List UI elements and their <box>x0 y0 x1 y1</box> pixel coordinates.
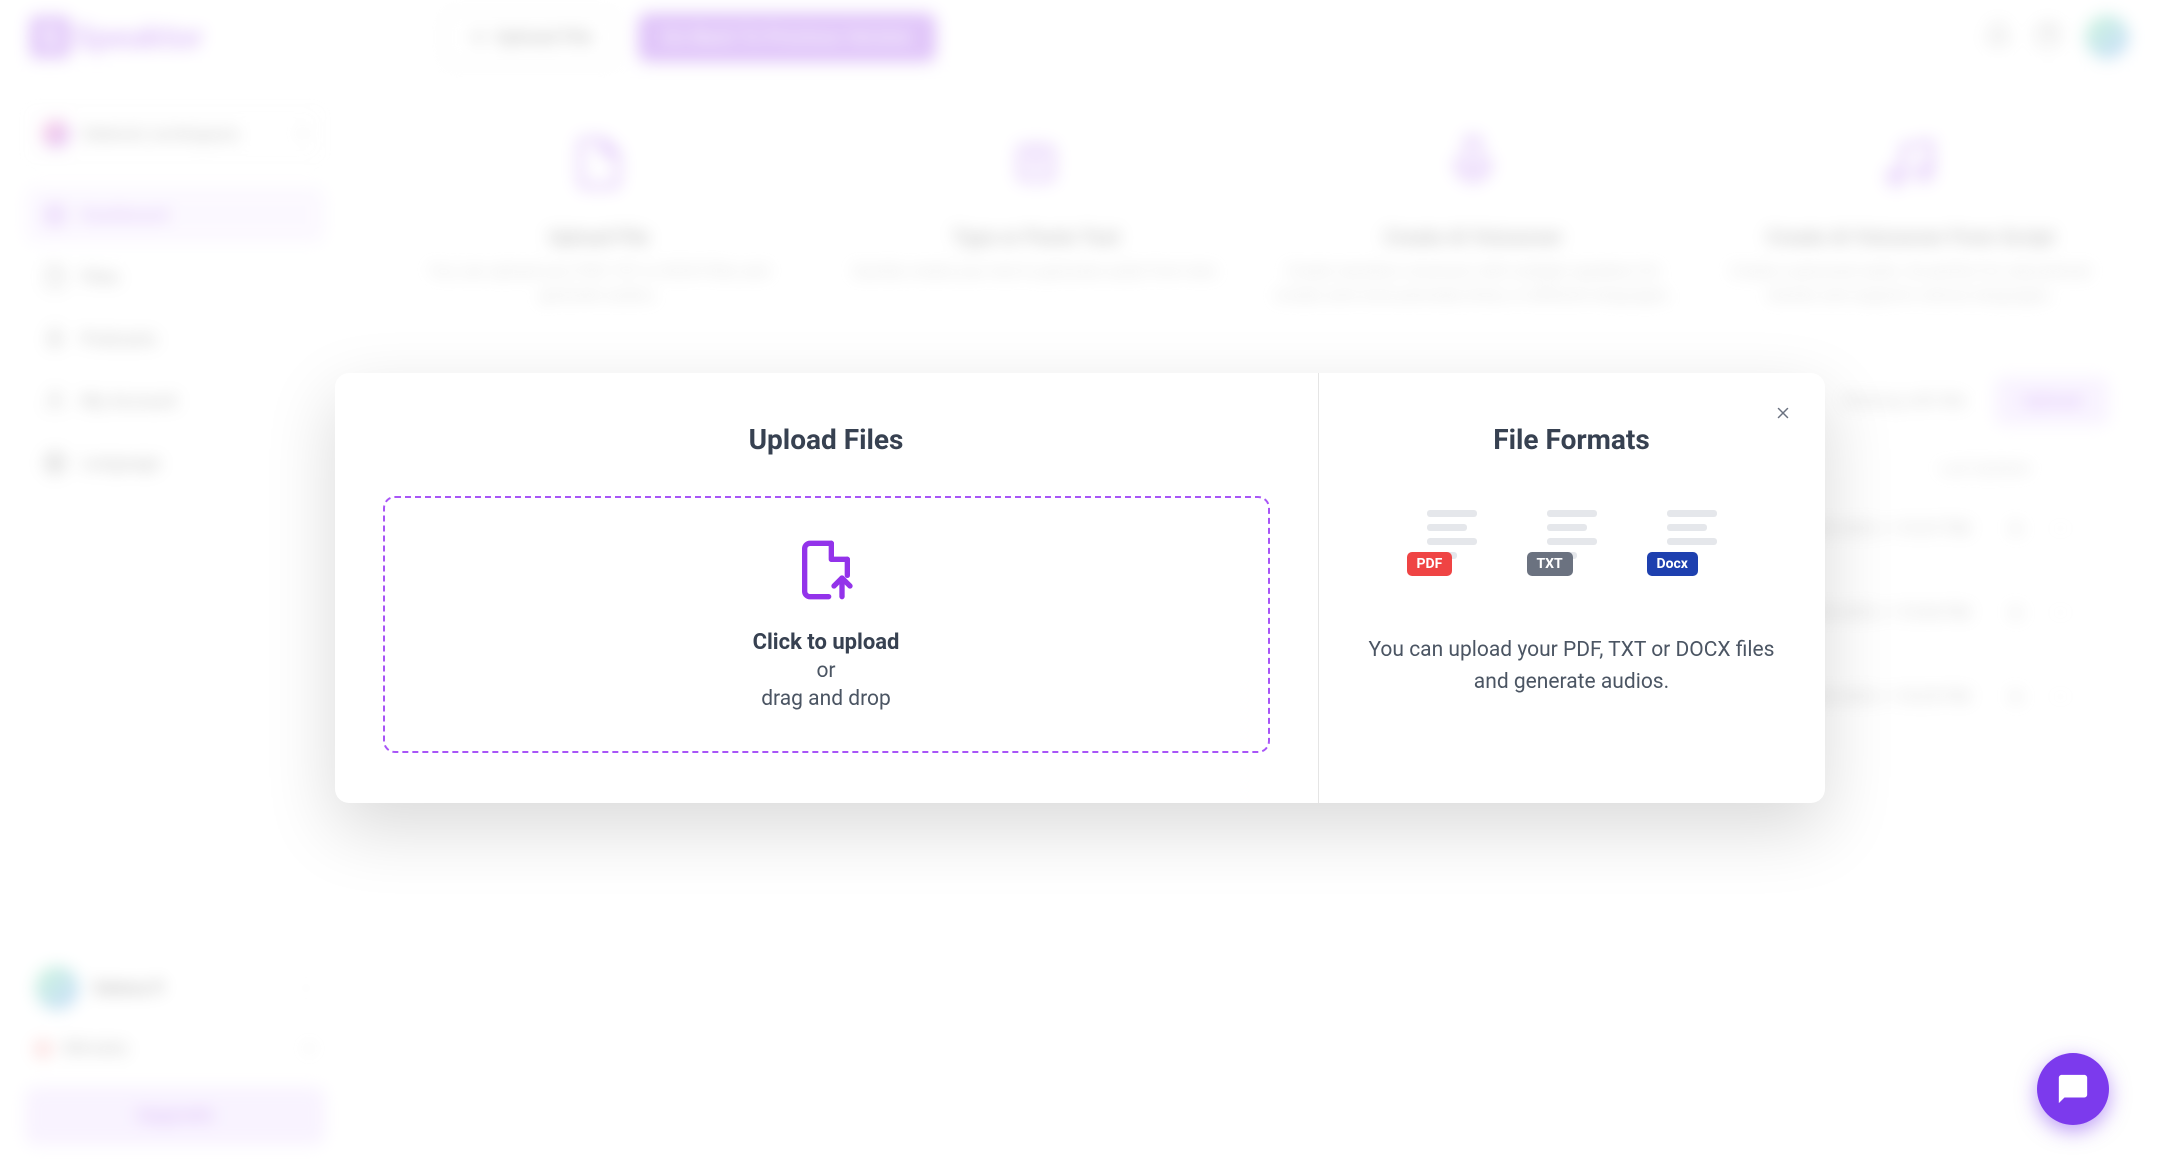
file-formats-title: File Formats <box>1367 423 1777 456</box>
click-to-upload-text: Click to upload <box>753 630 900 655</box>
dropzone[interactable]: Click to upload or drag and drop <box>383 496 1270 753</box>
modal-overlay: Upload Files Click to upload or drag and… <box>0 0 2159 1175</box>
formats-description: You can upload your PDF, TXT or DOCX fil… <box>1367 634 1777 699</box>
format-row: PDF TXT Docx <box>1367 500 1777 584</box>
or-text: or <box>816 659 835 683</box>
format-docx: Docx <box>1655 500 1729 584</box>
format-txt: TXT <box>1535 500 1609 584</box>
docx-badge: Docx <box>1647 552 1698 576</box>
file-upload-icon <box>794 538 858 602</box>
drag-drop-text: drag and drop <box>761 687 891 711</box>
upload-modal: Upload Files Click to upload or drag and… <box>335 373 1825 803</box>
format-pdf: PDF <box>1415 500 1489 584</box>
chat-icon <box>2056 1072 2090 1106</box>
close-button[interactable] <box>1773 403 1793 423</box>
modal-title: Upload Files <box>383 423 1270 456</box>
txt-badge: TXT <box>1527 552 1573 576</box>
pdf-badge: PDF <box>1407 552 1453 576</box>
chat-button[interactable] <box>2037 1053 2109 1125</box>
